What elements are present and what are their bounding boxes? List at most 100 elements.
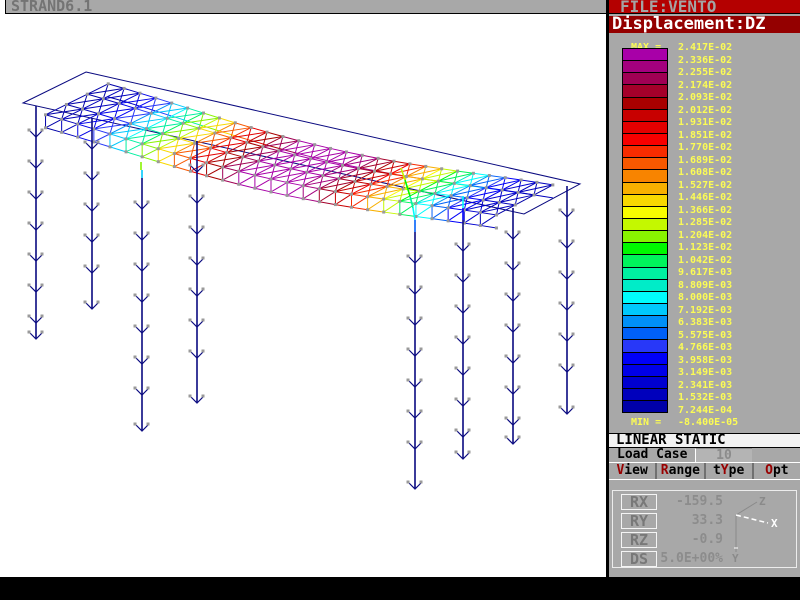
legend-value: 2.341E-03 xyxy=(678,380,732,392)
legend-band xyxy=(623,291,667,303)
legend-band xyxy=(623,60,667,72)
bottom-bar xyxy=(0,577,800,600)
result-type-bar: Displacement:DZ xyxy=(609,16,800,33)
legend-band xyxy=(623,182,667,194)
hotkey-letter: Y xyxy=(721,463,729,478)
legend-color-scale xyxy=(622,48,668,413)
axis-label-x: X xyxy=(771,517,778,530)
legend-value: 1.608E-02 xyxy=(678,167,732,179)
legend-value: 8.809E-03 xyxy=(678,280,732,292)
legend-min-label: MIN = xyxy=(631,417,661,429)
button-opt[interactable]: Opt xyxy=(752,463,800,479)
legend-band xyxy=(623,109,667,121)
legend-value: 1.446E-02 xyxy=(678,192,732,204)
axis-triad: Z X Y xyxy=(713,488,800,572)
load-case-row: Load Case 10 xyxy=(609,448,800,463)
legend-band xyxy=(623,352,667,364)
button-text: pt xyxy=(773,463,789,478)
legend-value: 2.336E-02 xyxy=(678,55,732,67)
legend-band xyxy=(623,49,667,60)
legend-value: 7.192E-03 xyxy=(678,305,732,317)
button-text: pe xyxy=(729,463,745,478)
result-type-label: Displacement:DZ xyxy=(612,14,766,34)
axis-label-y: Y xyxy=(732,552,739,565)
legend-value: 1.123E-02 xyxy=(678,242,732,254)
legend-band xyxy=(623,242,667,254)
app-title: STRAND6.1 xyxy=(11,0,92,15)
legend-value: 9.617E-03 xyxy=(678,267,732,279)
load-case-value-field[interactable]: 10 xyxy=(695,448,752,462)
legend-value: 1.689E-02 xyxy=(678,155,732,167)
menu-bar: ViewRangetYpeOpt xyxy=(609,463,800,480)
legend-value: 3.958E-03 xyxy=(678,355,732,367)
legend-band xyxy=(623,72,667,84)
legend-value: 1.366E-02 xyxy=(678,205,732,217)
button-text: t xyxy=(713,463,721,478)
legend-band xyxy=(623,364,667,376)
legend-band xyxy=(623,376,667,388)
side-panel: FILE:VENTO Displacement:DZ MAX = MIN = 2… xyxy=(606,0,800,577)
legend-band xyxy=(623,327,667,339)
legend-value: 2.417E-02 xyxy=(678,42,732,54)
button-type[interactable]: tYpe xyxy=(704,463,752,479)
legend-value: 2.093E-02 xyxy=(678,92,732,104)
load-case-button[interactable]: Load Case xyxy=(617,448,687,462)
button-text: iew xyxy=(624,463,647,478)
status-label-ry: RY xyxy=(621,513,657,529)
structure-wireframe xyxy=(0,0,606,577)
legend-value: 1.931E-02 xyxy=(678,117,732,129)
analysis-type-label: LINEAR STATIC xyxy=(616,432,726,448)
legend-value: 1.527E-02 xyxy=(678,180,732,192)
legend-value: 2.255E-02 xyxy=(678,67,732,79)
legend-value: 1.285E-02 xyxy=(678,217,732,229)
legend-value: 7.244E-04 xyxy=(678,405,732,417)
button-text: ange xyxy=(669,463,700,478)
deck-mesh xyxy=(46,84,553,228)
file-name-bar: FILE:VENTO xyxy=(609,0,800,14)
legend-band xyxy=(623,194,667,206)
legend-band xyxy=(623,145,667,157)
legend-band xyxy=(623,206,667,218)
legend-band xyxy=(623,218,667,230)
legend-band xyxy=(623,388,667,400)
model-viewport[interactable] xyxy=(0,0,606,577)
legend-value: 3.149E-03 xyxy=(678,367,732,379)
legend-value: 2.174E-02 xyxy=(678,80,732,92)
legend-band xyxy=(623,169,667,181)
legend-band xyxy=(623,303,667,315)
legend-band xyxy=(623,230,667,242)
status-label-rx: RX xyxy=(621,494,657,510)
legend-value: 8.000E-03 xyxy=(678,292,732,304)
legend-band xyxy=(623,133,667,145)
legend-band xyxy=(623,267,667,279)
legend-band xyxy=(623,121,667,133)
title-bar: STRAND6.1 xyxy=(5,0,606,14)
hotkey-letter: R xyxy=(661,463,669,478)
legend-value: 2.012E-02 xyxy=(678,105,732,117)
legend-band xyxy=(623,84,667,96)
legend-value: 4.766E-03 xyxy=(678,342,732,354)
legend-value: 1.851E-02 xyxy=(678,130,732,142)
legend-value: 1.532E-03 xyxy=(678,392,732,404)
status-label-rz: RZ xyxy=(621,532,657,548)
button-view[interactable]: View xyxy=(609,463,655,479)
axis-label-z: Z xyxy=(759,495,766,508)
application-window: STRAND6.1 FILE:VENTO Displacement:DZ MAX… xyxy=(0,0,800,600)
legend-band xyxy=(623,279,667,291)
button-range[interactable]: Range xyxy=(655,463,703,479)
legend-band xyxy=(623,254,667,266)
legend-band xyxy=(623,400,667,412)
legend-band xyxy=(623,157,667,169)
legend-value: 1.042E-02 xyxy=(678,255,732,267)
legend-value: 1.204E-02 xyxy=(678,230,732,242)
analysis-type-bar: LINEAR STATIC xyxy=(609,433,800,448)
legend-value: 1.770E-02 xyxy=(678,142,732,154)
hotkey-letter: O xyxy=(765,463,773,478)
legend-band xyxy=(623,339,667,351)
legend-band xyxy=(623,315,667,327)
legend-value: -8.400E-05 xyxy=(678,417,738,429)
legend-value: 5.575E-03 xyxy=(678,330,732,342)
legend-band xyxy=(623,97,667,109)
legend-value: 6.383E-03 xyxy=(678,317,732,329)
status-label-ds: DS xyxy=(621,551,657,567)
